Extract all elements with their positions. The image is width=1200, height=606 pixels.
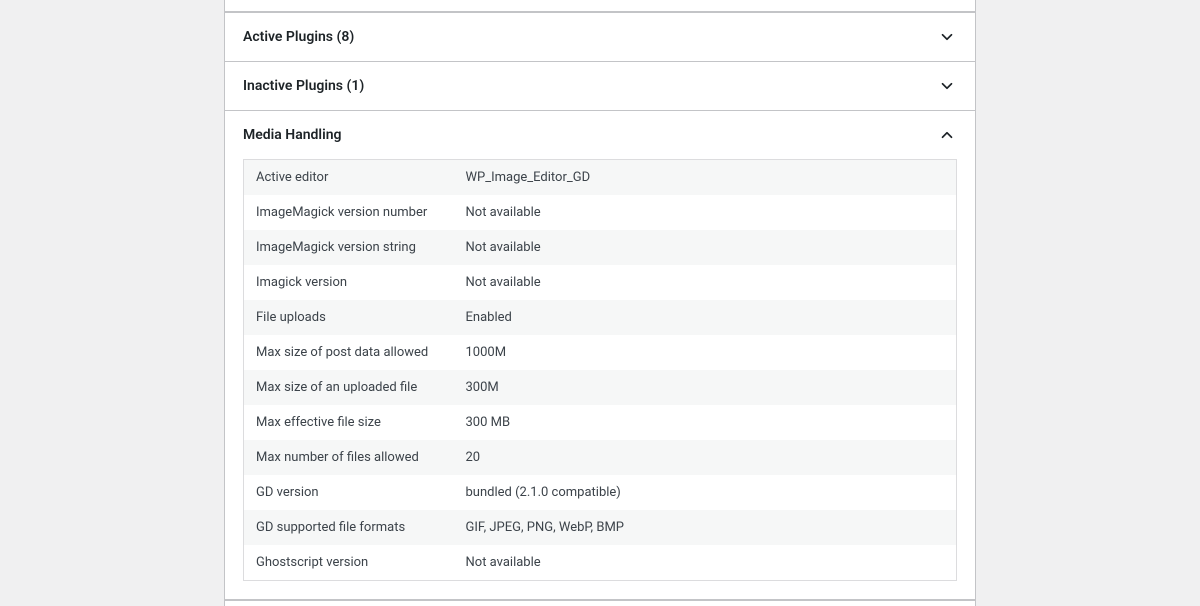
row-value: Not available — [454, 265, 957, 300]
table-row: Max size of an uploaded file 300M — [244, 370, 957, 405]
row-label: Max size of an uploaded file — [244, 370, 454, 405]
row-value: 300 MB — [454, 405, 957, 440]
table-row: Max number of files allowed 20 — [244, 440, 957, 475]
panel-inactive-plugins: Inactive Plugins (1) — [224, 62, 976, 111]
media-handling-table: Active editor WP_Image_Editor_GD ImageMa… — [243, 159, 957, 581]
row-value: GIF, JPEG, PNG, WebP, BMP — [454, 510, 957, 545]
chevron-down-icon — [937, 27, 957, 47]
row-value: 300M — [454, 370, 957, 405]
panel-media-handling: Media Handling Active editor WP_Image_Ed… — [224, 111, 976, 600]
row-value: Not available — [454, 195, 957, 230]
row-value: Not available — [454, 545, 957, 581]
panel-header-media-handling[interactable]: Media Handling — [225, 111, 975, 159]
panel-header-active-plugins[interactable]: Active Plugins (8) — [225, 13, 975, 61]
next-panel-fragment — [224, 600, 976, 606]
row-label: GD supported file formats — [244, 510, 454, 545]
site-health-container: Active Plugins (8) Inactive Plugins (1) … — [224, 0, 976, 606]
row-label: Max effective file size — [244, 405, 454, 440]
table-row: Imagick version Not available — [244, 265, 957, 300]
panel-body-media-handling: Active editor WP_Image_Editor_GD ImageMa… — [225, 159, 975, 599]
previous-panel-fragment — [224, 0, 976, 12]
table-row: ImageMagick version string Not available — [244, 230, 957, 265]
row-label: File uploads — [244, 300, 454, 335]
row-value: 20 — [454, 440, 957, 475]
row-label: Imagick version — [244, 265, 454, 300]
table-row: Max size of post data allowed 1000M — [244, 335, 957, 370]
table-row: GD supported file formats GIF, JPEG, PNG… — [244, 510, 957, 545]
panel-title: Media Handling — [243, 127, 342, 143]
media-handling-tbody: Active editor WP_Image_Editor_GD ImageMa… — [244, 160, 957, 581]
row-label: Ghostscript version — [244, 545, 454, 581]
row-label: Max number of files allowed — [244, 440, 454, 475]
panel-title: Inactive Plugins (1) — [243, 78, 364, 94]
row-label: ImageMagick version number — [244, 195, 454, 230]
chevron-up-icon — [937, 125, 957, 145]
table-row: Active editor WP_Image_Editor_GD — [244, 160, 957, 196]
table-row: Max effective file size 300 MB — [244, 405, 957, 440]
row-value: 1000M — [454, 335, 957, 370]
row-label: Active editor — [244, 160, 454, 196]
table-row: GD version bundled (2.1.0 compatible) — [244, 475, 957, 510]
panel-title: Active Plugins (8) — [243, 29, 354, 45]
table-row: Ghostscript version Not available — [244, 545, 957, 581]
panel-active-plugins: Active Plugins (8) — [224, 12, 976, 62]
table-row: File uploads Enabled — [244, 300, 957, 335]
row-value: WP_Image_Editor_GD — [454, 160, 957, 196]
table-row: ImageMagick version number Not available — [244, 195, 957, 230]
row-value: Enabled — [454, 300, 957, 335]
panel-header-inactive-plugins[interactable]: Inactive Plugins (1) — [225, 62, 975, 110]
row-value: bundled (2.1.0 compatible) — [454, 475, 957, 510]
row-value: Not available — [454, 230, 957, 265]
row-label: Max size of post data allowed — [244, 335, 454, 370]
row-label: GD version — [244, 475, 454, 510]
row-label: ImageMagick version string — [244, 230, 454, 265]
chevron-down-icon — [937, 76, 957, 96]
